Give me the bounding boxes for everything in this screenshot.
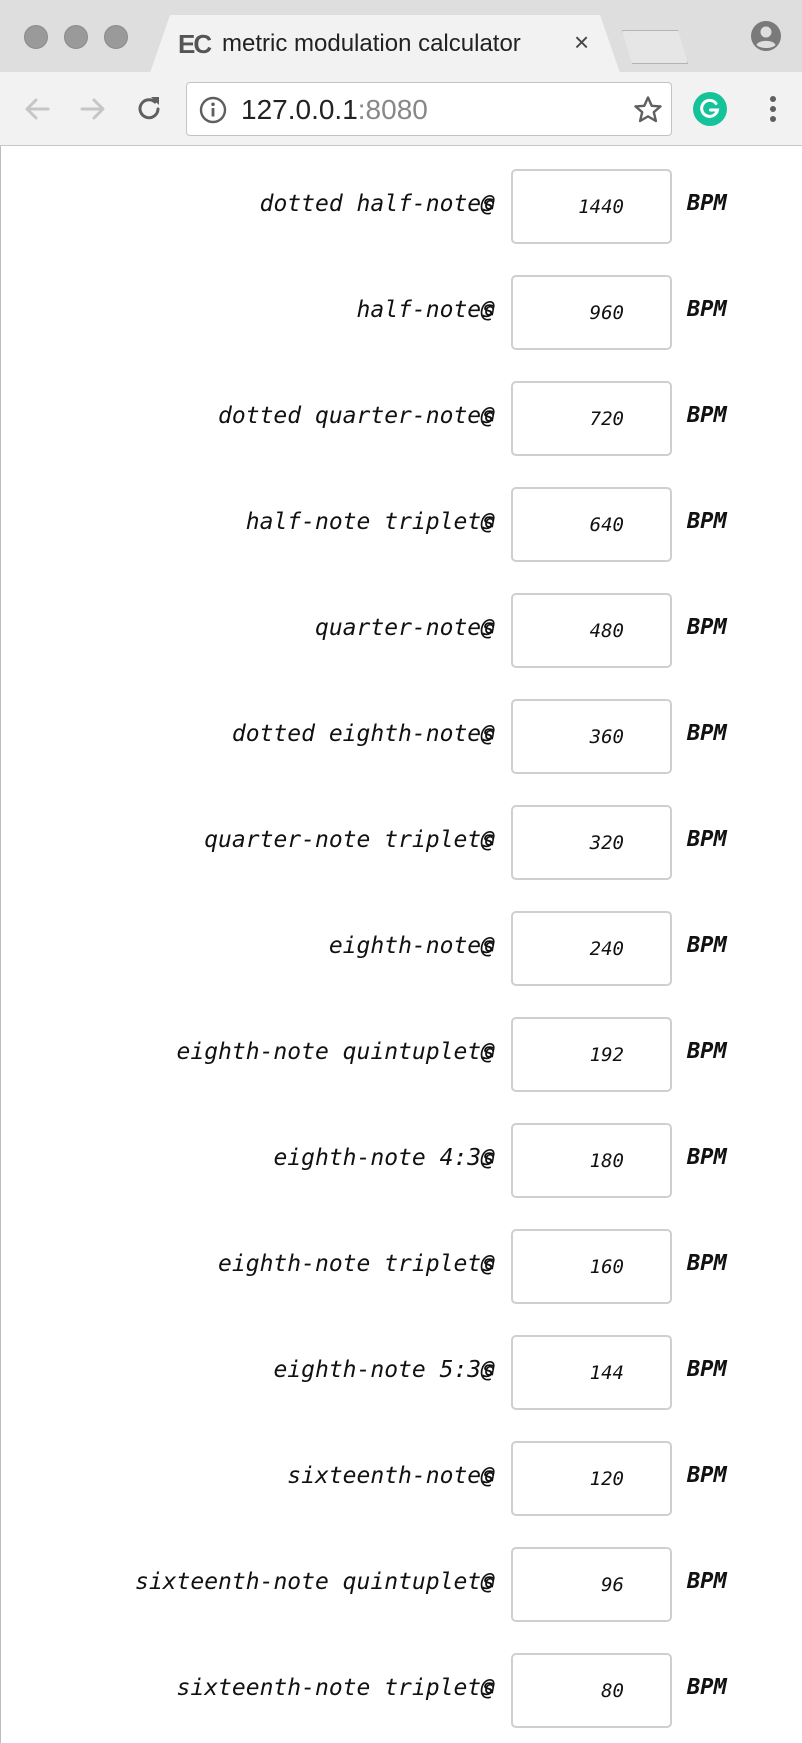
arrow-right-icon[interactable]	[76, 92, 110, 126]
tempo-row: dotted eighth-notes@ BPM	[1, 699, 802, 775]
kebab-menu-icon[interactable]	[756, 92, 790, 126]
bpm-unit-label: BPM	[687, 191, 727, 216]
tempo-row: quarter-note triplets@ BPM	[1, 805, 802, 881]
favicon-icon: EC	[178, 29, 212, 59]
star-icon[interactable]	[633, 95, 663, 125]
note-value-label: dotted eighth-notes	[231, 721, 495, 747]
tempo-row: sixteenth-note triplets@ BPM	[1, 1653, 802, 1729]
tempo-input[interactable]	[511, 381, 672, 456]
at-symbol: @	[481, 933, 495, 959]
at-symbol: @	[481, 1357, 495, 1383]
note-value-label: sixteenth-notes	[287, 1463, 495, 1489]
info-icon[interactable]	[199, 96, 227, 124]
tempo-input[interactable]	[511, 275, 672, 350]
note-value-label: quarter-notes	[314, 615, 495, 641]
at-symbol: @	[481, 615, 495, 641]
grammarly-icon[interactable]	[692, 91, 728, 127]
url-text: 127.0.0.1:8080	[241, 94, 428, 126]
tempo-row: eighth-notes@ BPM	[1, 911, 802, 987]
tab-strip: EC metric modulation calculator ×	[0, 0, 802, 73]
tempo-row: eighth-note quintuplets@ BPM	[1, 1017, 802, 1093]
bpm-unit-label: BPM	[687, 1039, 727, 1064]
bpm-unit-label: BPM	[687, 933, 727, 958]
tempo-row: quarter-notes@ BPM	[1, 593, 802, 669]
tempo-input[interactable]	[511, 593, 672, 668]
calculator-page: dotted half-notes@BPMhalf-notes@BPMdotte…	[0, 146, 802, 1743]
bpm-unit-label: BPM	[687, 1145, 727, 1170]
browser-toolbar: 127.0.0.1:8080	[0, 72, 802, 146]
at-symbol: @	[481, 403, 495, 429]
note-value-label: sixteenth-note triplets	[176, 1675, 496, 1701]
new-tab-button[interactable]	[622, 30, 688, 64]
note-value-label: eighth-notes	[328, 933, 495, 959]
at-symbol: @	[481, 827, 495, 853]
tempo-input[interactable]	[511, 1017, 672, 1092]
tempo-input[interactable]	[511, 1229, 672, 1304]
minimize-window-button[interactable]	[64, 25, 88, 49]
note-value-label: quarter-note triplets	[204, 827, 495, 853]
tempo-input[interactable]	[511, 1123, 672, 1198]
profile-icon[interactable]	[750, 20, 782, 52]
tempo-row: eighth-note 5:3s@ BPM	[1, 1335, 802, 1411]
arrow-left-icon[interactable]	[20, 92, 54, 126]
note-value-label: eighth-note 4:3s	[273, 1145, 495, 1171]
close-window-button[interactable]	[24, 25, 48, 49]
at-symbol: @	[481, 1463, 495, 1489]
tempo-input[interactable]	[511, 1653, 672, 1728]
tempo-row: dotted quarter-notes@ BPM	[1, 381, 802, 457]
at-symbol: @	[481, 191, 495, 217]
bpm-unit-label: BPM	[687, 403, 727, 428]
active-tab[interactable]: EC metric modulation calculator ×	[150, 15, 620, 73]
tempo-input[interactable]	[511, 1441, 672, 1516]
bpm-unit-label: BPM	[687, 509, 727, 534]
bpm-unit-label: BPM	[687, 615, 727, 640]
tempo-input[interactable]	[511, 805, 672, 880]
note-value-label: eighth-note 5:3s	[273, 1357, 495, 1383]
bpm-unit-label: BPM	[687, 1569, 727, 1594]
tempo-row: sixteenth-notes@ BPM	[1, 1441, 802, 1517]
tab-title: metric modulation calculator	[222, 30, 521, 57]
at-symbol: @	[481, 1569, 495, 1595]
note-value-label: sixteenth-note quintuplets	[134, 1569, 495, 1595]
bpm-unit-label: BPM	[687, 1675, 727, 1700]
tempo-input[interactable]	[511, 169, 672, 244]
tempo-row: eighth-note triplets@ BPM	[1, 1229, 802, 1305]
tempo-input[interactable]	[511, 1335, 672, 1410]
tab-close-icon[interactable]: ×	[574, 29, 589, 55]
tempo-input[interactable]	[511, 699, 672, 774]
tempo-row: half-note triplets@ BPM	[1, 487, 802, 563]
bpm-unit-label: BPM	[687, 1357, 727, 1382]
note-value-label: dotted half-notes	[259, 191, 495, 217]
tempo-row: eighth-note 4:3s@ BPM	[1, 1123, 802, 1199]
at-symbol: @	[481, 297, 495, 323]
browser-chrome: EC metric modulation calculator × 127.0.…	[0, 0, 802, 146]
at-symbol: @	[481, 721, 495, 747]
at-symbol: @	[481, 1039, 495, 1065]
url-port: :8080	[357, 94, 428, 125]
tempo-input[interactable]	[511, 911, 672, 986]
bpm-unit-label: BPM	[687, 297, 727, 322]
tempo-row: sixteenth-note quintuplets@ BPM	[1, 1547, 802, 1623]
at-symbol: @	[481, 509, 495, 535]
note-value-label: half-notes	[356, 297, 495, 323]
bpm-unit-label: BPM	[687, 1463, 727, 1488]
at-symbol: @	[481, 1675, 495, 1701]
tempo-input[interactable]	[511, 1547, 672, 1622]
tempo-row: dotted half-notes@ BPM	[1, 169, 802, 245]
address-bar[interactable]: 127.0.0.1:8080	[186, 82, 672, 136]
at-symbol: @	[481, 1251, 495, 1277]
bpm-unit-label: BPM	[687, 721, 727, 746]
maximize-window-button[interactable]	[104, 25, 128, 49]
at-symbol: @	[481, 1145, 495, 1171]
bpm-unit-label: BPM	[687, 1251, 727, 1276]
bpm-unit-label: BPM	[687, 827, 727, 852]
note-value-label: eighth-note triplets	[218, 1251, 495, 1277]
url-host: 127.0.0.1	[241, 94, 358, 125]
tempo-row: half-notes@ BPM	[1, 275, 802, 351]
note-value-label: eighth-note quintuplets	[176, 1039, 496, 1065]
reload-icon[interactable]	[132, 92, 166, 126]
note-value-label: half-note triplets	[245, 509, 495, 535]
tempo-input[interactable]	[511, 487, 672, 562]
note-value-label: dotted quarter-notes	[218, 403, 495, 429]
